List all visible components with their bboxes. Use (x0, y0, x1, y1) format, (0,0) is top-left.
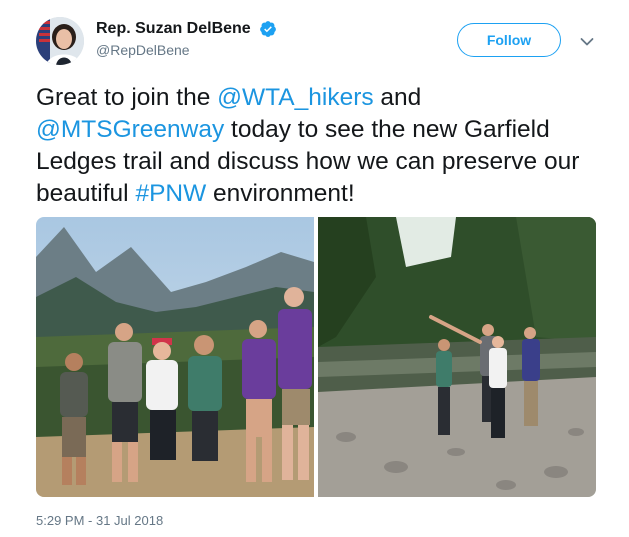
tweet-text: Great to join the @WTA_hikers and @MTSGr… (36, 82, 606, 210)
author-info: Rep. Suzan DelBene @RepDelBene (96, 20, 277, 58)
hashtag-link[interactable]: #PNW (135, 180, 206, 207)
chevron-down-icon[interactable] (580, 34, 594, 46)
author-handle[interactable]: @RepDelBene (96, 42, 277, 58)
mention-link[interactable]: @WTA_hikers (217, 84, 373, 111)
author-avatar[interactable] (36, 17, 84, 65)
group-photo-river-bank[interactable] (318, 217, 596, 497)
group-photo-mountain-valley[interactable] (36, 217, 314, 497)
tweet-text-segment: and (373, 84, 422, 111)
tweet-text-segment: environment! (206, 180, 355, 207)
follow-button[interactable]: Follow (457, 23, 561, 57)
tweet-text-segment: Great to join the (36, 84, 218, 111)
tweet-timestamp[interactable]: 5:29 PM - 31 Jul 2018 (36, 513, 163, 528)
author-display-name[interactable]: Rep. Suzan DelBene (96, 20, 251, 38)
tweet-media (36, 217, 596, 497)
mention-link[interactable]: @MTSGreenway (36, 116, 224, 143)
verified-badge-icon (259, 20, 277, 38)
tweet-card: Rep. Suzan DelBene @RepDelBene Follow Gr… (0, 0, 629, 537)
